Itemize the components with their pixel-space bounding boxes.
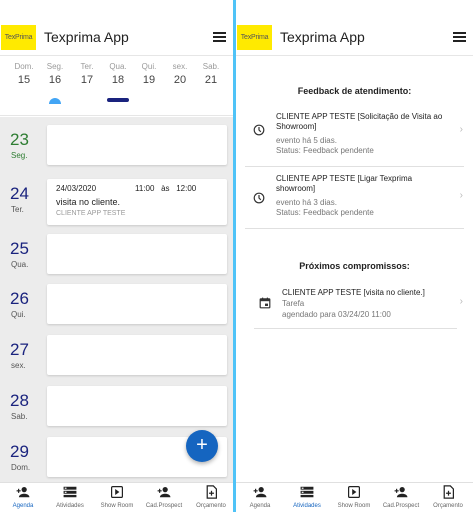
clock-icon (253, 124, 265, 136)
week-day[interactable]: Ter. 17 (72, 62, 102, 86)
agenda-weekday: Dom. (11, 463, 31, 472)
feedback-status: Status: Feedback pendente (276, 208, 374, 217)
bottom-nav: Agenda Atividades Show Room Cad.Prospect… (0, 482, 233, 512)
agenda-day-number: 25 (10, 239, 29, 258)
event-time: 11:00 às 12:00 (135, 184, 197, 193)
feedback-age: evento há 5 dias. (276, 136, 337, 145)
week-day[interactable]: sex. 20 (165, 62, 195, 86)
agenda-row: 25 Qua. (0, 226, 233, 276)
nav-orcamento[interactable]: Orçamento (425, 485, 471, 509)
nav-show-room[interactable]: Show Room (331, 485, 377, 509)
agenda-weekday: Seg. (11, 151, 28, 160)
agenda-row: 26 Qui. (0, 276, 233, 326)
event-card[interactable]: 24/03/2020 11:00 às 12:00 visita no clie… (47, 179, 227, 225)
week-strip: Dom. 15 Seg. 16 Ter. 17 Qua. 18 Qui. 19 sex. 2… (0, 58, 233, 116)
agenda-weekday: Qua. (11, 260, 29, 269)
event-client: CLIENTE APP TESTE (56, 210, 126, 217)
week-day[interactable]: Qui. 19 (134, 62, 164, 86)
feedback-title: CLIENTE APP TESTE [Solicitação de Visita… (276, 112, 443, 131)
nav-atividades[interactable]: Atividades (284, 485, 330, 509)
upcoming-section-title: Próximos compromissos: (299, 261, 410, 271)
chevron-right-icon: › (459, 296, 463, 307)
play-box-icon (111, 486, 123, 498)
nav-atividades[interactable]: Atividades (47, 485, 93, 509)
agenda-day-number: 27 (10, 340, 29, 359)
texprima-logo: TexPrima (237, 25, 272, 50)
agenda-screen: TexPrima Texprima App Dom. 15 Seg. 16 Ter.… (0, 0, 233, 512)
agenda-day-card[interactable] (47, 335, 227, 375)
nav-cad-prospect[interactable]: Cad.Prospect (141, 485, 187, 509)
divider (254, 328, 457, 329)
agenda-day-card[interactable] (47, 234, 227, 274)
bottom-nav: Agenda Atividades Show Room Cad.Prospect… (236, 482, 473, 512)
upcoming-item[interactable]: CLIENTE APP TESTE [visita no cliente.] T… (236, 284, 473, 340)
divider (245, 228, 464, 229)
person-add-icon (157, 487, 171, 498)
feedback-item[interactable]: CLIENTE APP TESTE [Solicitação de Visita… (236, 108, 473, 164)
event-date: 24/03/2020 (56, 184, 97, 193)
agenda-row: 23 Seg. (0, 117, 233, 167)
nav-agenda[interactable]: Agenda (237, 485, 283, 509)
document-add-icon (206, 485, 217, 499)
agenda-day-card[interactable] (47, 386, 227, 426)
add-event-button[interactable]: + (186, 430, 218, 462)
agenda-day-number: 28 (10, 391, 29, 410)
feedback-age: evento há 3 dias. (276, 198, 337, 207)
menu-icon[interactable] (213, 32, 226, 43)
agenda-day-number: 29 (10, 442, 29, 461)
agenda-row: 24 Ter. 24/03/2020 11:00 às 12:00 visita… (0, 171, 233, 225)
selected-day-marker (107, 98, 129, 102)
agenda-weekday: sex. (11, 361, 26, 370)
activities-screen: TexPrima Texprima App Feedback de atendi… (236, 0, 473, 512)
event-title: visita no cliente. (56, 197, 121, 207)
nav-agenda[interactable]: Agenda (0, 485, 46, 509)
agenda-weekday: Sab. (11, 412, 28, 421)
app-title: Texprima App (280, 29, 365, 45)
today-marker (49, 98, 61, 104)
week-day[interactable]: Qua. 18 (103, 62, 133, 86)
agenda-row: 28 Sab. (0, 378, 233, 428)
nav-show-room[interactable]: Show Room (94, 485, 140, 509)
nav-cad-prospect[interactable]: Cad.Prospect (378, 485, 424, 509)
chevron-right-icon: › (459, 124, 463, 135)
agenda-weekday: Qui. (11, 310, 26, 319)
feedback-title: CLIENTE APP TESTE [Ligar Texprima showro… (276, 174, 413, 193)
app-bar: TexPrima Texprima App (236, 0, 473, 56)
upcoming-type: Tarefa (282, 299, 305, 308)
agenda-day-card[interactable] (47, 284, 227, 324)
feedback-section-title: Feedback de atendimento: (297, 86, 412, 96)
agenda-weekday: Ter. (11, 205, 24, 214)
texprima-logo: TexPrima (1, 25, 36, 50)
upcoming-schedule: agendado para 03/24/20 11:00 (282, 310, 391, 319)
list-icon (300, 486, 314, 498)
agenda-day-number: 23 (10, 130, 29, 149)
nav-orcamento[interactable]: Orçamento (188, 485, 233, 509)
calendar-icon (259, 297, 271, 309)
menu-icon[interactable] (453, 32, 466, 43)
person-add-icon (394, 487, 408, 498)
divider (245, 166, 464, 167)
week-day[interactable]: Seg. 16 (40, 62, 70, 86)
feedback-status: Status: Feedback pendente (276, 146, 374, 155)
play-box-icon (348, 486, 360, 498)
person-add-icon (16, 487, 30, 498)
agenda-list: 23 Seg. 24 Ter. 24/03/2020 11:00 às 12:0… (0, 117, 233, 482)
app-title: Texprima App (44, 29, 129, 45)
clock-icon (253, 192, 265, 204)
agenda-day-number: 24 (10, 184, 29, 203)
agenda-day-card[interactable] (47, 125, 227, 165)
person-add-icon (253, 487, 267, 498)
week-day[interactable]: Sab. 21 (196, 62, 226, 86)
document-add-icon (443, 485, 454, 499)
app-bar: TexPrima Texprima App (0, 0, 233, 56)
agenda-row: 27 sex. (0, 327, 233, 377)
week-day[interactable]: Dom. 15 (9, 62, 39, 86)
list-icon (63, 486, 77, 498)
agenda-day-number: 26 (10, 289, 29, 308)
chevron-right-icon: › (459, 190, 463, 201)
feedback-item[interactable]: CLIENTE APP TESTE [Ligar Texprima showro… (236, 170, 473, 226)
upcoming-title: CLIENTE APP TESTE [visita no cliente.] (282, 288, 425, 297)
